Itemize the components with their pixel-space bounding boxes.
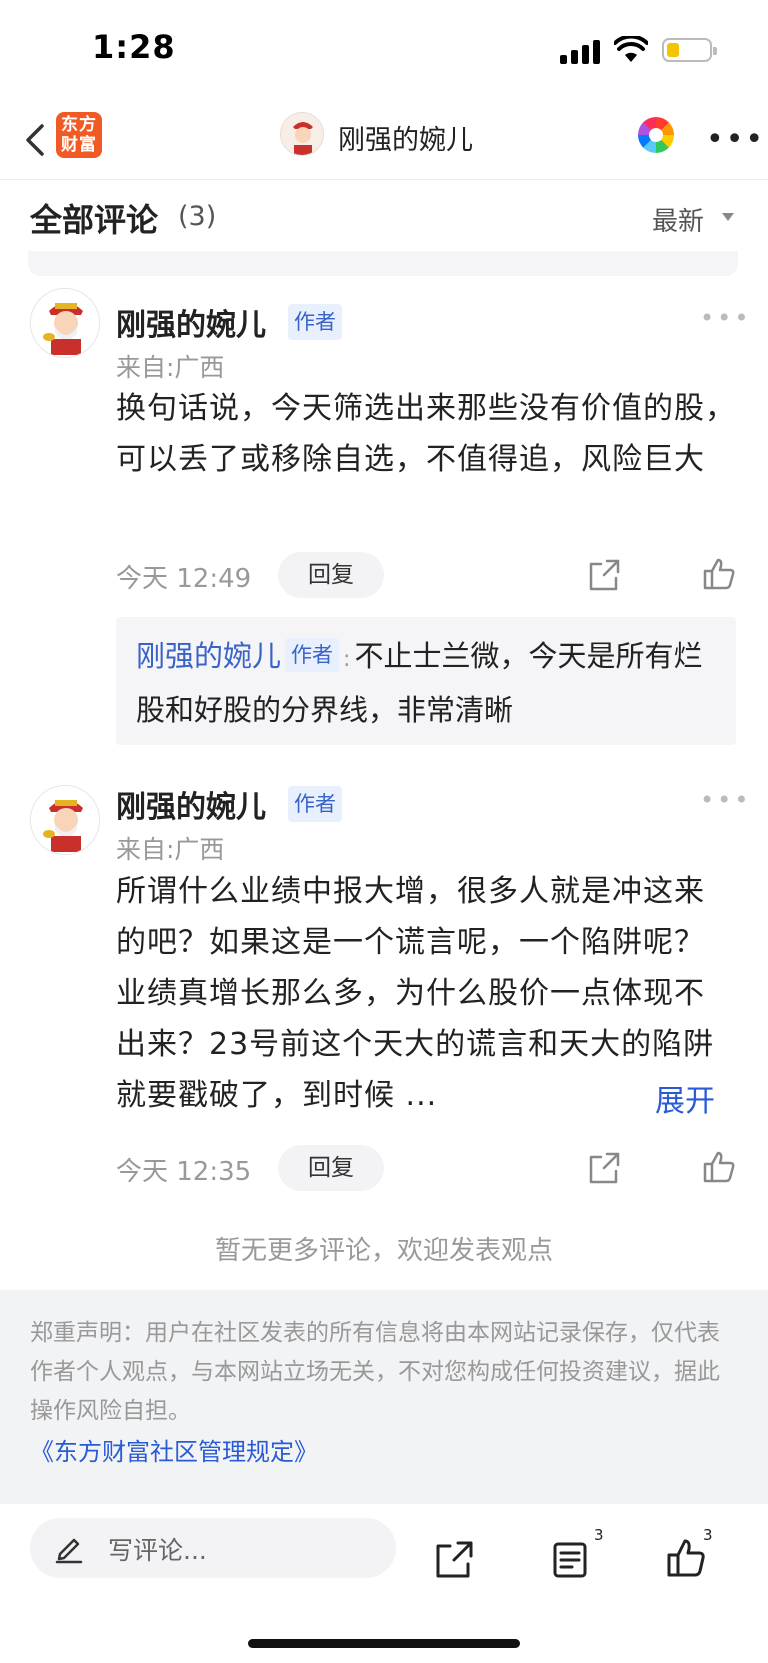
reply-author-badge: 作者 <box>285 638 340 672</box>
caret-down-icon[interactable] <box>722 213 734 221</box>
wifi-icon <box>614 36 648 62</box>
comments-title: 全部评论 <box>30 201 159 239</box>
sort-dropdown[interactable]: 最新 <box>652 201 704 238</box>
no-more-comments: 暂无更多评论，欢迎发表观点 <box>214 1236 553 1266</box>
nested-reply[interactable]: 刚强的婉儿 作者: 不止士兰微，今天是所有烂股和好股的分界线，非常清晰 <box>116 617 736 745</box>
author-badge: 作者 <box>288 786 342 822</box>
comment-time: 今天 12:35 <box>116 1157 252 1187</box>
comment-username[interactable]: 刚强的婉儿 <box>116 782 266 826</box>
avatar[interactable] <box>30 288 100 358</box>
share-icon[interactable] <box>434 1540 474 1580</box>
collapsed-card <box>28 248 738 276</box>
comment-input-placeholder: 写评论... <box>108 1536 207 1565</box>
comment-count-badge: 3 <box>594 1526 604 1544</box>
comment-list-icon[interactable] <box>550 1540 590 1580</box>
disclaimer-text: 郑重声明：用户在社区发表的所有信息将由本网站记录保存，仅代表作者个人观点，与本网… <box>30 1320 720 1424</box>
battery-icon <box>662 38 717 62</box>
author-badge: 作者 <box>288 304 342 340</box>
like-icon[interactable] <box>702 1150 736 1184</box>
pen-icon <box>55 1538 83 1564</box>
comment-input[interactable]: 写评论... <box>30 1518 396 1578</box>
home-indicator <box>248 1639 520 1648</box>
nav-avatar[interactable] <box>280 112 324 156</box>
disclaimer-section: 郑重声明：用户在社区发表的所有信息将由本网站记录保存，仅代表作者个人观点，与本网… <box>0 1290 768 1504</box>
nav-title: 刚强的婉儿 <box>338 125 473 156</box>
reply-button[interactable]: 回复 <box>278 1145 384 1191</box>
share-icon[interactable] <box>587 558 621 592</box>
reply-button[interactable]: 回复 <box>278 552 384 598</box>
comment-body[interactable]: 所谓什么业绩中报大增，很多人就是冲这来的吧？如果这是一个谎言呢，一个陷阱呢？业绩… <box>116 866 726 1121</box>
reply-separator: : <box>343 647 351 672</box>
comment-more-icon[interactable]: ••• <box>700 786 751 814</box>
cellular-signal-icon <box>560 38 602 64</box>
color-wheel-icon[interactable] <box>638 117 674 153</box>
avatar[interactable] <box>30 785 100 855</box>
like-icon[interactable] <box>666 1538 706 1578</box>
expand-link[interactable]: 展开 <box>655 1076 715 1120</box>
community-rules-link[interactable]: 《东方财富社区管理规定》 <box>30 1432 318 1467</box>
comments-header: 全部评论 (3) 最新 <box>0 181 768 251</box>
more-options-icon[interactable]: ••• <box>706 122 765 157</box>
like-count-badge: 3 <box>703 1526 713 1544</box>
reply-username[interactable]: 刚强的婉儿 <box>136 639 281 673</box>
status-bar: 1:28 <box>0 0 768 100</box>
back-arrow-icon[interactable] <box>18 118 54 162</box>
status-time: 1:28 <box>92 28 176 66</box>
eastmoney-logo[interactable]: 东方 财富 <box>56 112 102 158</box>
comment-time: 今天 12:49 <box>116 564 252 594</box>
comment-username[interactable]: 刚强的婉儿 <box>116 300 266 344</box>
like-icon[interactable] <box>702 557 736 591</box>
share-icon[interactable] <box>587 1151 621 1185</box>
comment-location: 来自:广西 <box>116 835 225 864</box>
comment-more-icon[interactable]: ••• <box>700 304 751 332</box>
comment-location: 来自:广西 <box>116 353 225 382</box>
comments-count: (3) <box>178 201 217 232</box>
bottom-bar: 写评论... 3 3 <box>0 1504 768 1663</box>
comment-body[interactable]: 换句话说，今天筛选出来那些没有价值的股，可以丢了或移除自选，不值得追，风险巨大 <box>116 383 736 485</box>
nav-bar: 东方 财富 刚强的婉儿 ••• <box>0 100 768 180</box>
